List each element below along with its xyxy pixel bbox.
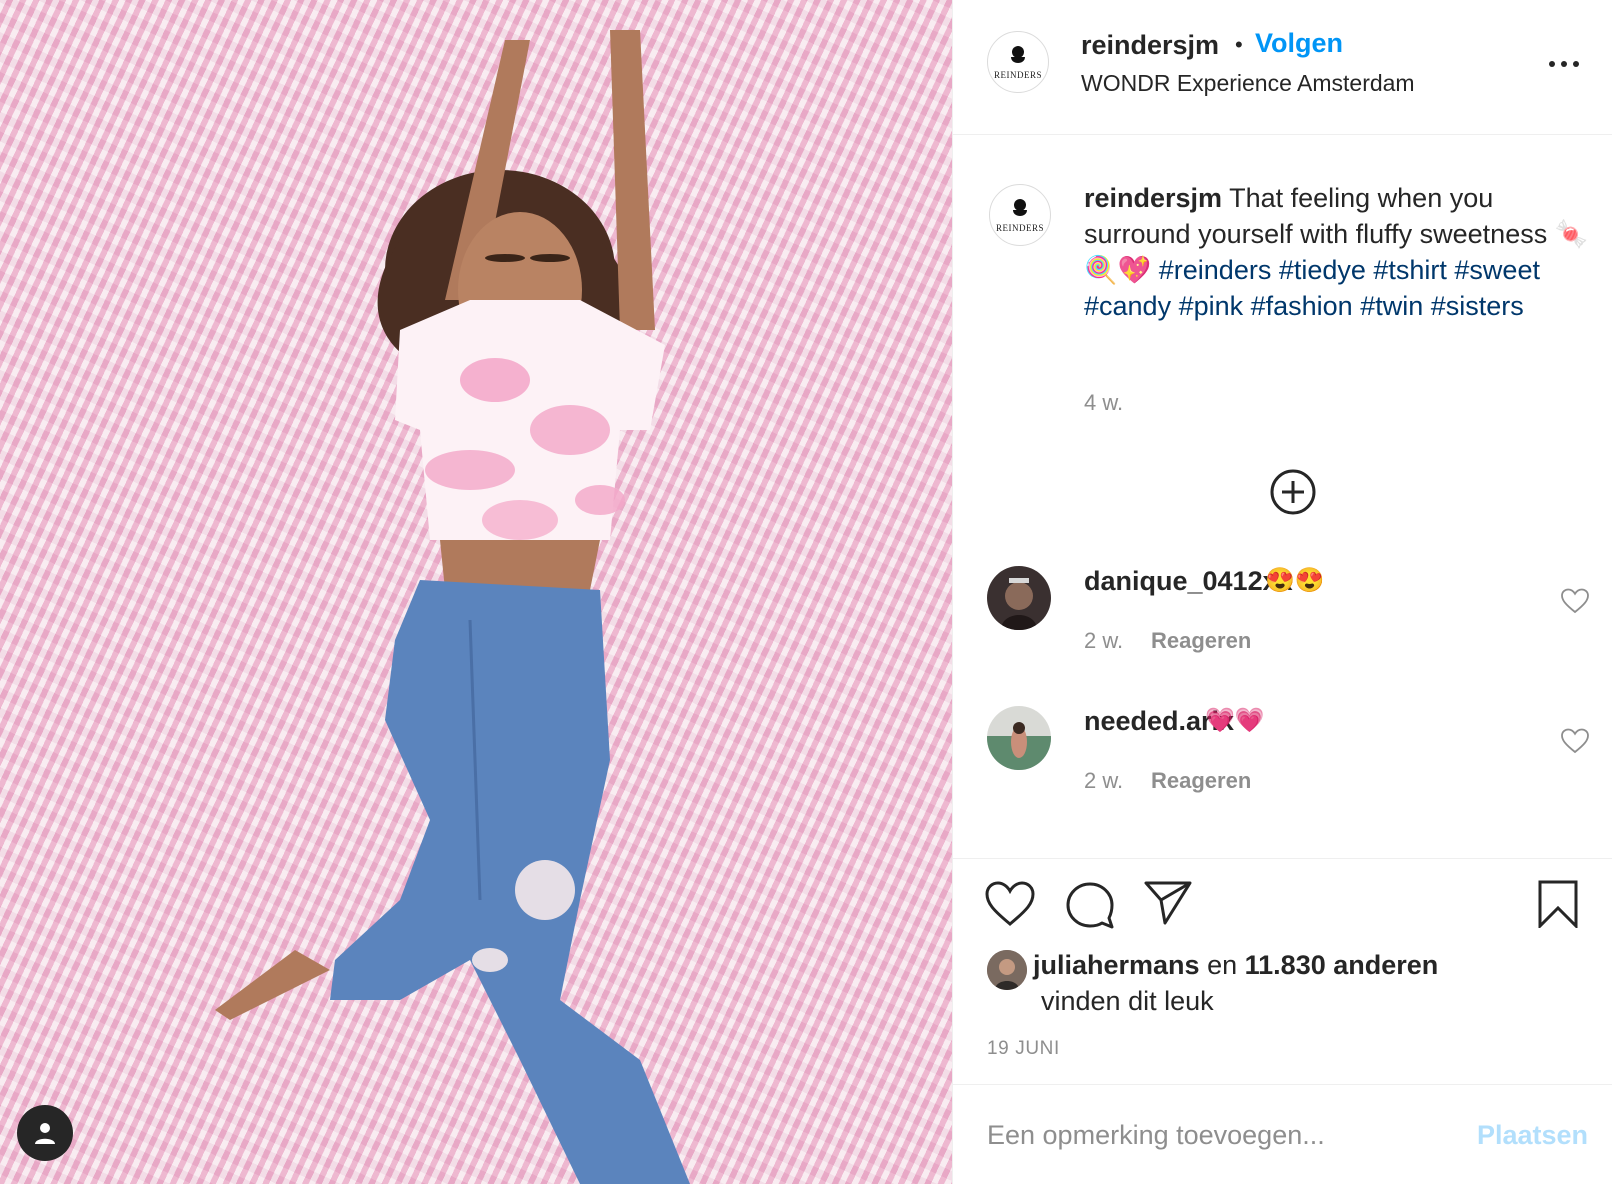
heart-icon[interactable] [1561,588,1589,614]
comment-age: 2 w. [1084,628,1124,653]
post-dialog: REINDERS reindersjm • Volgen WONDR Exper… [0,0,1612,1184]
silhouette-logo-icon [1013,198,1027,216]
comment-item: needed.arix 💗💗 2 w. Reageren [953,706,1612,816]
bookmark-icon[interactable] [1537,880,1579,928]
likes-suffix: vinden dit leuk [1041,986,1214,1016]
user-icon [35,1123,55,1144]
commenter-avatar[interactable] [987,566,1051,630]
comment-text: 💗💗 [1205,707,1265,734]
comment-age: 2 w. [1084,768,1124,793]
post-date: 19 JUNI [987,1038,1060,1059]
silhouette-logo-icon [1011,45,1025,63]
avatar-photo [987,566,1051,630]
caption-author-avatar[interactable]: REINDERS [989,184,1051,246]
post-header: REINDERS reindersjm • Volgen WONDR Exper… [953,0,1612,135]
comment-username[interactable]: danique_0412xx [1084,566,1293,597]
avatar-brand-text: REINDERS [993,69,1042,80]
heart-icon[interactable] [985,880,1035,928]
add-comment-input[interactable] [987,1120,1457,1151]
caption-hashtags[interactable]: #reinders #tiedye #tshirt #sweet #candy … [1084,255,1540,321]
action-bar [953,880,1612,940]
liker-avatar[interactable] [987,950,1027,990]
paper-plane-icon[interactable] [1143,880,1193,926]
commenter-avatar[interactable] [987,706,1051,770]
caption-text: reindersjm That feeling when you surroun… [1084,180,1594,324]
reply-button[interactable]: Reageren [1151,628,1251,654]
more-options-icon[interactable] [1549,52,1579,76]
divider [953,1084,1612,1085]
author-username[interactable]: reindersjm [1081,30,1219,61]
follow-button[interactable]: Volgen [1255,28,1343,59]
avatar-brand-text: REINDERS [995,222,1044,233]
caption-author[interactable]: reindersjm [1084,183,1222,213]
plus-circle-icon[interactable] [1269,468,1317,516]
post-comment-button[interactable]: Plaatsen [1477,1120,1588,1151]
location-link[interactable]: WONDR Experience Amsterdam [1081,70,1415,97]
comment-item: danique_0412xx 😍😍 2 w. Reageren [953,566,1612,676]
avatar-photo [987,950,1027,990]
liker-username[interactable]: juliahermans [1033,950,1200,980]
photo-subject [215,30,690,1184]
divider [953,858,1612,859]
likes-line: juliahermans en 11.830 anderen [1033,950,1438,981]
reply-button[interactable]: Reageren [1151,768,1251,794]
author-avatar[interactable]: REINDERS [987,31,1049,93]
comment-bubble-icon[interactable] [1065,880,1115,930]
separator-dot: • [1235,32,1243,57]
post-photo[interactable] [0,0,952,1184]
likes-count-link[interactable]: 11.830 anderen [1245,950,1439,980]
heart-icon[interactable] [1561,728,1589,754]
caption-age: 4 w. [1084,390,1124,415]
post-side-panel: REINDERS reindersjm • Volgen WONDR Exper… [952,0,1612,1184]
comment-text: 😍😍 [1265,567,1325,594]
avatar-photo [987,706,1051,770]
user-tags-button[interactable] [17,1105,73,1161]
likes-connector: en [1207,950,1238,980]
